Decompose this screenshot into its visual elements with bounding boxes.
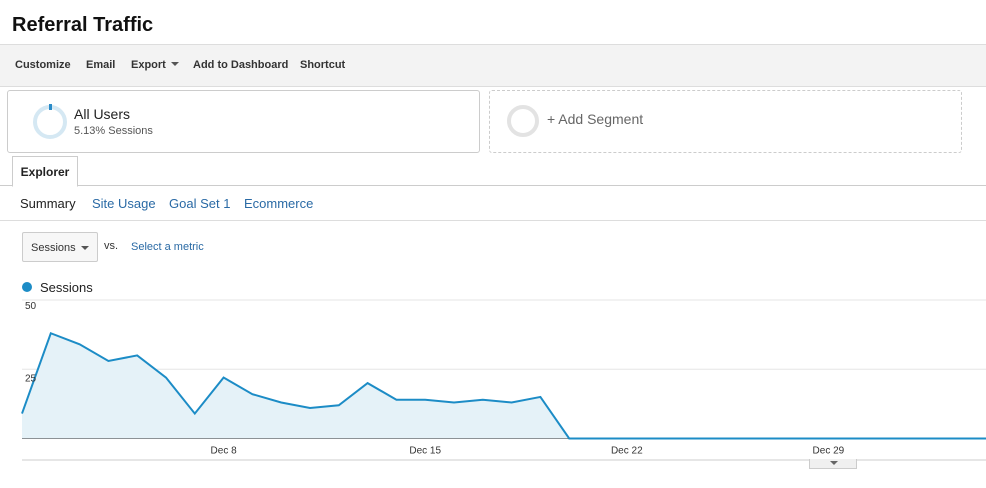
x-tick-label: Dec 22 <box>611 446 643 457</box>
vs-label: vs. <box>104 240 119 252</box>
segment-all-users[interactable]: All Users 5.13% Sessions <box>7 90 480 153</box>
segment-ring-icon <box>33 105 67 139</box>
chevron-down-icon <box>830 461 838 465</box>
report-toolbar: Customize Email Export Add to Dashboard … <box>0 44 986 87</box>
add-segment-button[interactable]: + Add Segment <box>489 90 962 153</box>
empty-segment-ring-icon <box>507 105 539 137</box>
subtab-ecommerce[interactable]: Ecommerce <box>244 196 313 211</box>
chart-scroll-handle[interactable] <box>809 459 857 469</box>
page-title: Referral Traffic <box>12 14 154 36</box>
tab-divider <box>0 185 986 186</box>
shortcut-button[interactable]: Shortcut <box>300 59 345 71</box>
subtab-goal-set-1[interactable]: Goal Set 1 <box>169 196 230 211</box>
subtab-summary[interactable]: Summary <box>20 196 76 211</box>
metric-dropdown[interactable]: Sessions <box>22 232 98 262</box>
legend-label-sessions: Sessions <box>40 280 93 295</box>
select-metric-link[interactable]: Select a metric <box>131 241 204 253</box>
legend-swatch <box>22 282 32 292</box>
subtab-site-usage[interactable]: Site Usage <box>92 196 156 211</box>
x-tick-label: Dec 29 <box>813 446 845 457</box>
tab-explorer[interactable]: Explorer <box>12 156 78 187</box>
segment-name: All Users <box>74 106 131 122</box>
segment-ring-marker <box>49 104 52 110</box>
add-to-dashboard-button[interactable]: Add to Dashboard <box>193 59 288 71</box>
x-tick-label: Dec 8 <box>211 446 238 457</box>
subtab-divider <box>0 220 986 221</box>
y-tick-label: 50 <box>25 301 37 312</box>
segment-detail: 5.13% Sessions <box>74 125 153 137</box>
y-tick-label: 25 <box>25 373 37 384</box>
sessions-chart: 50 25 Dec 8 Dec 15 Dec 22 Dec 29 <box>21 299 986 461</box>
email-button[interactable]: Email <box>86 59 115 71</box>
add-segment-label: + Add Segment <box>547 111 644 127</box>
sessions-area <box>22 333 986 439</box>
x-tick-label: Dec 15 <box>409 446 441 457</box>
chevron-down-icon <box>81 246 89 250</box>
chevron-down-icon <box>170 62 179 66</box>
metric-dropdown-label: Sessions <box>31 242 76 254</box>
customize-button[interactable]: Customize <box>15 59 71 71</box>
export-label: Export <box>131 59 166 71</box>
export-button[interactable]: Export <box>131 59 179 71</box>
